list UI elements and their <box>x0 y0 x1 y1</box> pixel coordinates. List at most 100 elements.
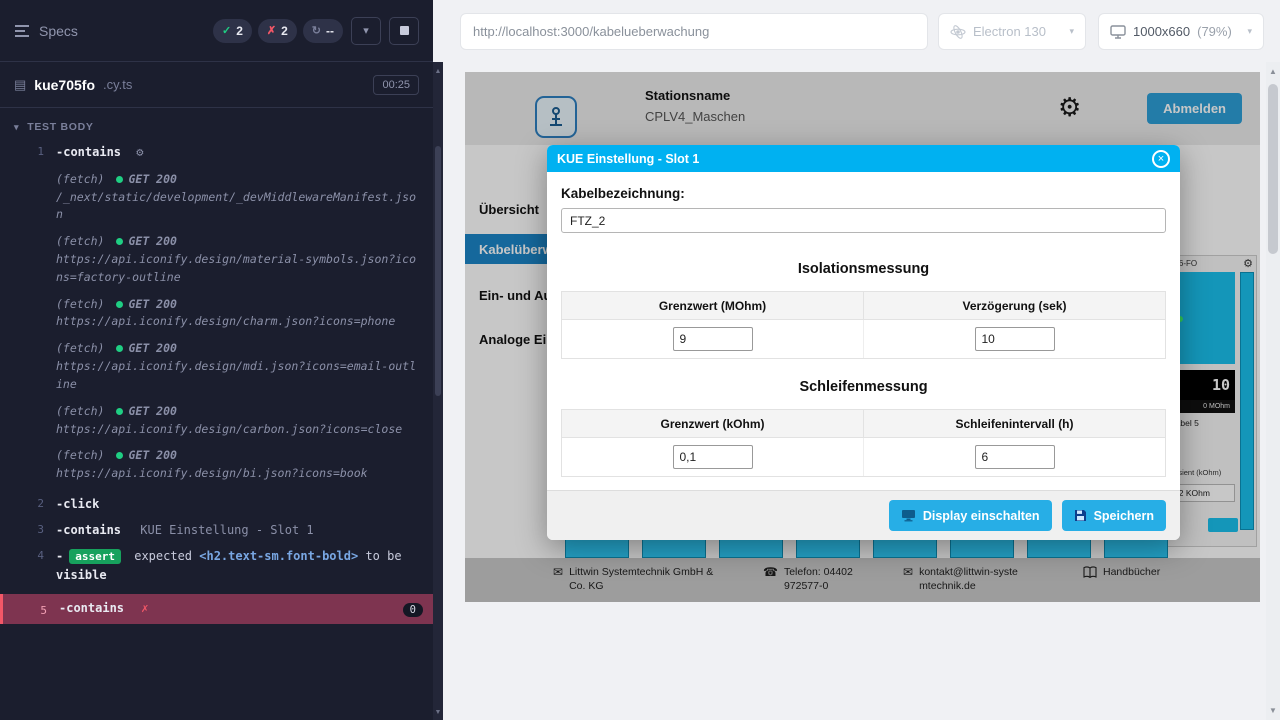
viewport-select[interactable]: 1000x660 (79%) ▾ <box>1098 13 1264 50</box>
line-number: 3 <box>0 521 56 536</box>
line-number: 1 <box>0 143 56 158</box>
command-row-click[interactable]: 2 -click <box>0 492 433 518</box>
close-icon[interactable]: × <box>1152 150 1170 168</box>
isolation-section-title: Isolationsmessung <box>561 261 1166 277</box>
status-dot <box>116 408 123 415</box>
assert-badge: assert <box>69 549 121 564</box>
stop-button[interactable] <box>389 17 419 45</box>
network-log: (fetch)GET 200 https://api.iconify.desig… <box>56 403 421 439</box>
display-on-button[interactable]: Display einschalten <box>889 500 1052 531</box>
reporter-scrollbar[interactable]: ▲ ▼ <box>433 0 443 720</box>
table-cell <box>562 438 864 476</box>
electron-icon <box>950 24 966 40</box>
col-verzoegerung: Verzögerung (sek) <box>864 292 1165 319</box>
command-argument: KUE Einstellung - Slot 1 <box>140 523 313 537</box>
command-row-contains-1[interactable]: 1 -contains ⚙ <box>0 140 433 166</box>
network-logs: (fetch)GET 200 /_next/static/development… <box>56 171 433 483</box>
assert-expected-state: visible <box>56 568 107 582</box>
assert-element: <h2.text-sm.font-bold> <box>199 549 358 563</box>
scroll-up-icon[interactable]: ▲ <box>433 68 443 75</box>
col-grenzwert-kohm: Grenzwert (kOhm) <box>562 410 864 437</box>
line-number: 2 <box>0 495 56 510</box>
scrollbar-thumb[interactable] <box>435 146 441 396</box>
command-content: -contains KUE Einstellung - Slot 1 <box>56 521 433 541</box>
scroll-up-icon[interactable]: ▲ <box>1266 67 1280 76</box>
cable-name-label: Kabelbezeichnung: <box>561 186 1166 201</box>
scrollbar-track[interactable]: ▲ ▼ <box>433 62 443 720</box>
scroll-down-icon[interactable]: ▼ <box>433 709 443 716</box>
table-cell <box>864 438 1165 476</box>
spec-name: kue705fo <box>34 77 95 93</box>
browser-select[interactable]: Electron 130 ▾ <box>938 13 1086 50</box>
spec-file-icon: ▤ <box>14 77 26 93</box>
log-url: https://api.iconify.design/mdi.json?icon… <box>56 358 421 394</box>
browser-label: Electron 130 <box>973 24 1046 39</box>
log-status: GET 200 <box>128 172 176 186</box>
log-status: GET 200 <box>128 341 176 355</box>
line-number: 5 <box>3 602 59 617</box>
cable-name-input[interactable] <box>561 208 1166 233</box>
chevron-down-icon: ▾ <box>1069 26 1074 37</box>
save-button[interactable]: Speichern <box>1062 500 1166 531</box>
log-url: https://api.iconify.design/carbon.json?i… <box>56 421 421 439</box>
command-content: -contains ⚙ <box>56 143 433 163</box>
modal-title: KUE Einstellung - Slot 1 <box>557 152 699 166</box>
command-content: -click <box>56 495 433 515</box>
status-dot <box>116 301 123 308</box>
scrollbar-thumb[interactable] <box>1268 84 1278 254</box>
command-content: -contains ✗ <box>59 599 159 619</box>
network-log: (fetch)GET 200 https://api.iconify.desig… <box>56 296 421 332</box>
test-body-toggle[interactable]: ▾ TEST BODY <box>0 108 433 140</box>
url-input[interactable] <box>473 24 915 39</box>
network-log: (fetch)GET 200 /_next/static/development… <box>56 171 421 224</box>
iso-grenzwert-input[interactable] <box>673 327 753 351</box>
stop-icon <box>400 26 409 35</box>
cypress-runner-window: Specs ✓2 ✗2 ↻-- ▾ ▤ kue705fo .cy.ts 00:2… <box>0 0 1280 720</box>
network-log: (fetch)GET 200 https://api.iconify.desig… <box>56 233 421 286</box>
modal-header: KUE Einstellung - Slot 1 × <box>547 145 1180 172</box>
retry-count-badge: 0 <box>403 603 423 617</box>
scroll-down-icon[interactable]: ▼ <box>1266 706 1280 715</box>
log-status: GET 200 <box>128 234 176 248</box>
specs-label: Specs <box>39 23 78 39</box>
loop-intervall-input[interactable] <box>975 445 1055 469</box>
isolation-table: Grenzwert (MOhm) Verzögerung (sek) <box>561 291 1166 359</box>
spec-row[interactable]: ▤ kue705fo .cy.ts 00:25 <box>0 62 433 108</box>
log-tag: (fetch) <box>56 341 104 355</box>
caret-down-icon: ▾ <box>14 122 19 133</box>
display-icon <box>901 509 916 522</box>
table-header-row: Grenzwert (kOhm) Schleifenintervall (h) <box>562 410 1165 438</box>
app-under-test: Stationsname CPLV4_Maschen ⚙ Abmelden Üb… <box>465 72 1260 602</box>
pending-icon: ↻ <box>312 24 321 37</box>
log-url: https://api.iconify.design/bi.json?icons… <box>56 465 421 483</box>
iso-verzoegerung-input[interactable] <box>975 327 1055 351</box>
chevron-down-icon: ▾ <box>363 24 369 37</box>
log-url: https://api.iconify.design/material-symb… <box>56 251 421 287</box>
loop-table: Grenzwert (kOhm) Schleifenintervall (h) <box>561 409 1166 477</box>
log-tag: (fetch) <box>56 297 104 311</box>
status-dot <box>116 345 123 352</box>
passed-icon: ✓ <box>222 24 231 37</box>
reporter-panel: Specs ✓2 ✗2 ↻-- ▾ ▤ kue705fo .cy.ts 00:2… <box>0 0 433 720</box>
command-row-contains-2[interactable]: 3 -contains KUE Einstellung - Slot 1 <box>0 518 433 544</box>
page-scrollbar[interactable]: ▲ ▼ <box>1266 62 1280 720</box>
failed-icon: ✗ <box>267 24 276 37</box>
log-tag: (fetch) <box>56 448 104 462</box>
specs-toggle[interactable]: Specs <box>14 23 78 39</box>
network-log: (fetch)GET 200 https://api.iconify.desig… <box>56 447 421 483</box>
collapse-button[interactable]: ▾ <box>351 17 381 45</box>
viewport-zoom: (79%) <box>1197 24 1232 39</box>
monitor-icon <box>1110 25 1126 39</box>
log-status: GET 200 <box>128 404 176 418</box>
loop-grenzwert-input[interactable] <box>673 445 753 469</box>
command-log: 1 -contains ⚙ (fetch)GET 200 /_next/stat… <box>0 140 433 624</box>
url-bar[interactable] <box>460 13 928 50</box>
test-body-label: TEST BODY <box>27 121 93 133</box>
network-log: (fetch) GET 200 https://api.iconify.desig… <box>56 340 421 393</box>
command-row-contains-failed[interactable]: 5 -contains ✗ 0 <box>0 594 433 624</box>
status-dot <box>116 176 123 183</box>
assert-text: to be <box>365 549 401 563</box>
modal-body: Kabelbezeichnung: Isolationsmessung Gren… <box>547 172 1180 477</box>
command-row-assert[interactable]: 4 -assert expected <h2.text-sm.font-bold… <box>0 544 433 590</box>
command-content: -assert expected <h2.text-sm.font-bold> … <box>56 547 433 587</box>
